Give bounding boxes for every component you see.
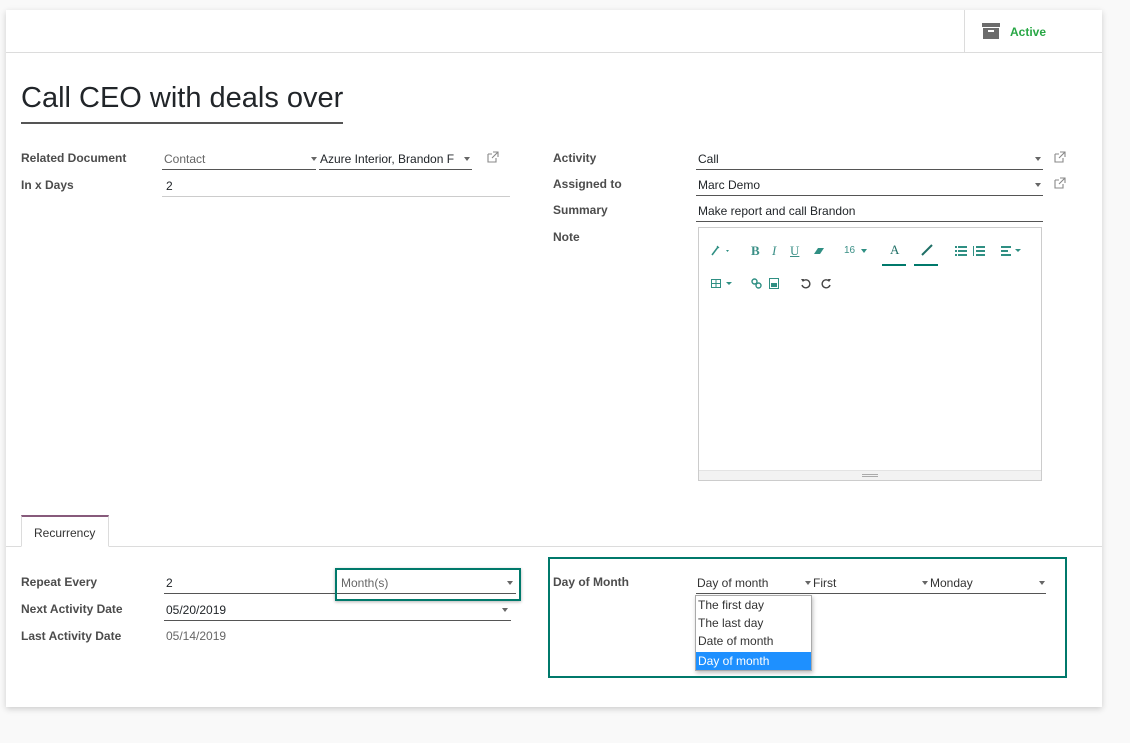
next-activity-date-input[interactable]: 05/20/2019 bbox=[166, 603, 226, 617]
weekday-select[interactable]: Monday bbox=[930, 576, 973, 590]
weekday-caret-icon[interactable] bbox=[1039, 581, 1045, 585]
related-document-label: Related Document bbox=[21, 151, 127, 165]
day-of-month-label: Day of Month bbox=[553, 575, 629, 589]
font-size-button[interactable]: 16 bbox=[844, 245, 855, 256]
form-sheet: Active Call CEO with deals over Related … bbox=[6, 10, 1102, 707]
image-icon[interactable] bbox=[769, 278, 779, 289]
in-x-days-input[interactable]: 2 bbox=[166, 179, 173, 193]
day-of-month-mode-dropdown: The first day The last day Date of month… bbox=[695, 595, 812, 671]
tab-recurrency-label: Recurrency bbox=[34, 526, 96, 540]
repeat-interval-underline bbox=[164, 593, 340, 594]
next-activity-date-label: Next Activity Date bbox=[21, 602, 123, 616]
ordered-list-icon[interactable] bbox=[973, 246, 985, 256]
dropdown-option-selected[interactable]: Day of month bbox=[696, 652, 811, 670]
font-color-button[interactable]: A bbox=[890, 242, 899, 258]
undo-icon[interactable] bbox=[800, 278, 811, 289]
day-of-month-mode-select[interactable]: Day of month bbox=[697, 576, 768, 590]
assigned-to-label: Assigned to bbox=[553, 177, 622, 191]
editor-resize-handle[interactable] bbox=[699, 470, 1041, 480]
last-activity-date-value: 05/14/2019 bbox=[166, 629, 227, 643]
active-toggle-button[interactable]: Active bbox=[964, 10, 1102, 52]
title-underline bbox=[21, 122, 343, 124]
dropdown-option-label: Date of month bbox=[698, 634, 774, 648]
active-label: Active bbox=[1010, 25, 1047, 39]
assigned-to-input[interactable]: Marc Demo bbox=[698, 178, 760, 192]
activity-label: Activity bbox=[553, 151, 597, 165]
underline-button[interactable]: U bbox=[790, 243, 799, 259]
day-of-month-underline bbox=[696, 593, 1046, 594]
related-record-underline bbox=[319, 169, 472, 170]
mode-caret-icon[interactable] bbox=[805, 581, 811, 585]
repeat-every-label: Repeat Every bbox=[21, 575, 98, 589]
paragraph-align-icon[interactable] bbox=[1001, 246, 1021, 256]
button-box-divider bbox=[6, 52, 1102, 53]
ordinal-caret-icon[interactable] bbox=[922, 581, 928, 585]
activity-underline bbox=[696, 169, 1043, 170]
related-model-select[interactable]: Contact bbox=[164, 152, 205, 166]
note-label: Note bbox=[553, 230, 580, 244]
dropdown-option[interactable]: The first day bbox=[696, 596, 811, 614]
external-link-icon[interactable] bbox=[487, 151, 499, 163]
repeat-unit-caret-icon[interactable] bbox=[507, 581, 513, 585]
assigned-to-underline bbox=[696, 195, 1043, 196]
tab-recurrency[interactable]: Recurrency bbox=[21, 515, 109, 547]
repeat-unit-value: Month(s) bbox=[341, 576, 389, 590]
archive-icon bbox=[982, 23, 1000, 39]
magic-wand-style-icon[interactable] bbox=[711, 245, 733, 256]
record-title-input[interactable]: Call CEO with deals over bbox=[21, 82, 343, 115]
related-record-caret-icon[interactable] bbox=[464, 157, 470, 161]
ordinal-select[interactable]: First bbox=[813, 576, 836, 590]
repeat-interval-input[interactable]: 2 bbox=[166, 576, 173, 590]
dropdown-option-label: The last day bbox=[698, 616, 764, 630]
assigned-to-caret-icon[interactable] bbox=[1035, 183, 1041, 187]
highlight-color-swatch bbox=[914, 264, 938, 266]
next-activity-date-underline bbox=[164, 620, 511, 621]
notebook-tabs-divider bbox=[6, 546, 1102, 547]
summary-underline bbox=[696, 221, 1043, 222]
link-icon[interactable] bbox=[751, 278, 762, 289]
dropdown-option-label: Day of month bbox=[698, 654, 770, 668]
eraser-icon[interactable] bbox=[813, 247, 825, 255]
in-x-days-label: In x Days bbox=[21, 178, 74, 192]
grip-icon bbox=[862, 474, 878, 477]
repeat-unit-underline bbox=[340, 593, 516, 594]
redo-icon[interactable] bbox=[821, 278, 832, 289]
bold-button[interactable]: B bbox=[751, 243, 760, 259]
last-activity-date-label: Last Activity Date bbox=[21, 629, 122, 643]
dropdown-option[interactable]: Date of month bbox=[696, 632, 811, 650]
related-record-input[interactable]: Azure Interior, Brandon F bbox=[320, 152, 454, 166]
dropdown-option-label: The first day bbox=[698, 598, 765, 612]
font-color-swatch bbox=[882, 264, 906, 266]
related-model-underline bbox=[162, 169, 316, 170]
related-model-caret-icon[interactable] bbox=[311, 157, 317, 161]
note-editor[interactable]: B I U 16 A bbox=[698, 227, 1042, 481]
caret-down-icon bbox=[861, 249, 867, 253]
summary-label: Summary bbox=[553, 203, 608, 217]
highlight-brush-icon[interactable] bbox=[920, 244, 934, 256]
external-link-icon[interactable] bbox=[1054, 151, 1066, 163]
dropdown-option[interactable]: The last day bbox=[696, 614, 811, 632]
table-icon[interactable] bbox=[711, 279, 733, 288]
activity-caret-icon[interactable] bbox=[1035, 157, 1041, 161]
next-activity-date-caret-icon[interactable] bbox=[502, 608, 508, 612]
activity-type-input[interactable]: Call bbox=[698, 152, 719, 166]
in-x-days-underline bbox=[162, 196, 510, 197]
unordered-list-icon[interactable] bbox=[955, 246, 967, 256]
italic-button[interactable]: I bbox=[772, 243, 776, 259]
external-link-icon[interactable] bbox=[1054, 177, 1066, 189]
summary-input[interactable]: Make report and call Brandon bbox=[698, 204, 855, 218]
